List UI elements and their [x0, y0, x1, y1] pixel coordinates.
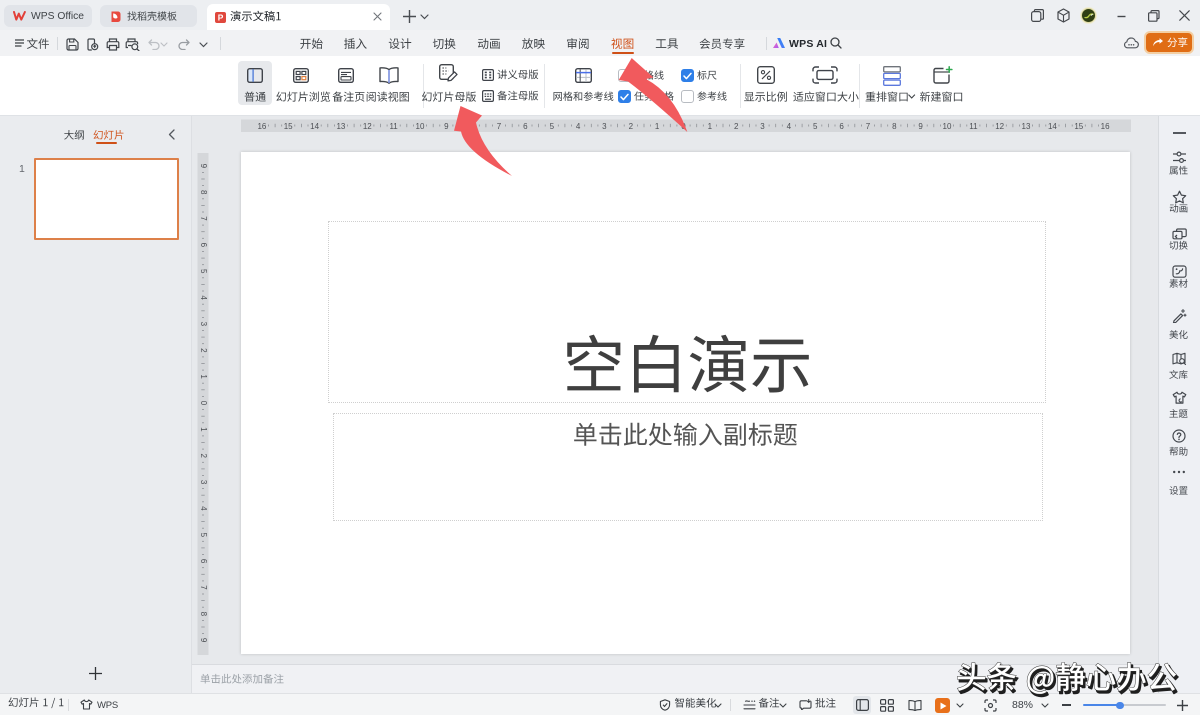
svg-text:1: 1 — [655, 122, 660, 131]
svg-text:1: 1 — [199, 374, 208, 379]
svg-text:13: 13 — [336, 122, 345, 131]
svg-text:15: 15 — [1074, 122, 1083, 131]
svg-text:15: 15 — [284, 122, 293, 131]
svg-text:3: 3 — [199, 322, 208, 327]
svg-text:8: 8 — [199, 190, 208, 195]
svg-text:2: 2 — [199, 348, 208, 353]
svg-text:7: 7 — [497, 122, 502, 131]
svg-text:8: 8 — [199, 612, 208, 617]
svg-text:7: 7 — [199, 216, 208, 221]
svg-text:6: 6 — [523, 122, 528, 131]
svg-text:12: 12 — [995, 122, 1004, 131]
svg-text:3: 3 — [760, 122, 765, 131]
svg-text:0: 0 — [681, 122, 686, 131]
svg-text:9: 9 — [918, 122, 923, 131]
svg-text:11: 11 — [969, 122, 978, 131]
svg-text:1: 1 — [199, 427, 208, 432]
svg-text:3: 3 — [199, 480, 208, 485]
svg-text:3: 3 — [602, 122, 607, 131]
svg-text:5: 5 — [199, 269, 208, 274]
svg-text:7: 7 — [866, 122, 871, 131]
svg-text:4: 4 — [199, 506, 208, 511]
svg-text:0: 0 — [199, 401, 208, 406]
svg-text:4: 4 — [199, 295, 208, 300]
svg-text:13: 13 — [1022, 122, 1031, 131]
svg-text:14: 14 — [310, 122, 319, 131]
svg-text:4: 4 — [787, 122, 792, 131]
svg-text:14: 14 — [1048, 122, 1057, 131]
svg-text:1: 1 — [708, 122, 713, 131]
svg-text:9: 9 — [199, 638, 208, 643]
svg-text:8: 8 — [470, 122, 475, 131]
svg-text:16: 16 — [1101, 122, 1110, 131]
svg-text:9: 9 — [199, 164, 208, 169]
svg-text:12: 12 — [363, 122, 372, 131]
svg-text:5: 5 — [199, 533, 208, 538]
svg-text:P: P — [218, 12, 224, 22]
svg-text:7: 7 — [199, 585, 208, 590]
svg-text:2: 2 — [199, 453, 208, 458]
svg-text:4: 4 — [576, 122, 581, 131]
svg-text:10: 10 — [943, 122, 952, 131]
svg-text:9: 9 — [444, 122, 449, 131]
svg-text:5: 5 — [550, 122, 555, 131]
svg-text:6: 6 — [199, 243, 208, 248]
svg-text:10: 10 — [416, 122, 425, 131]
svg-text:16: 16 — [257, 122, 266, 131]
svg-text:6: 6 — [199, 559, 208, 564]
svg-text:11: 11 — [389, 122, 398, 131]
svg-text:6: 6 — [839, 122, 844, 131]
svg-text:8: 8 — [892, 122, 897, 131]
svg-text:2: 2 — [734, 122, 739, 131]
svg-text:2: 2 — [629, 122, 634, 131]
svg-text:5: 5 — [813, 122, 818, 131]
